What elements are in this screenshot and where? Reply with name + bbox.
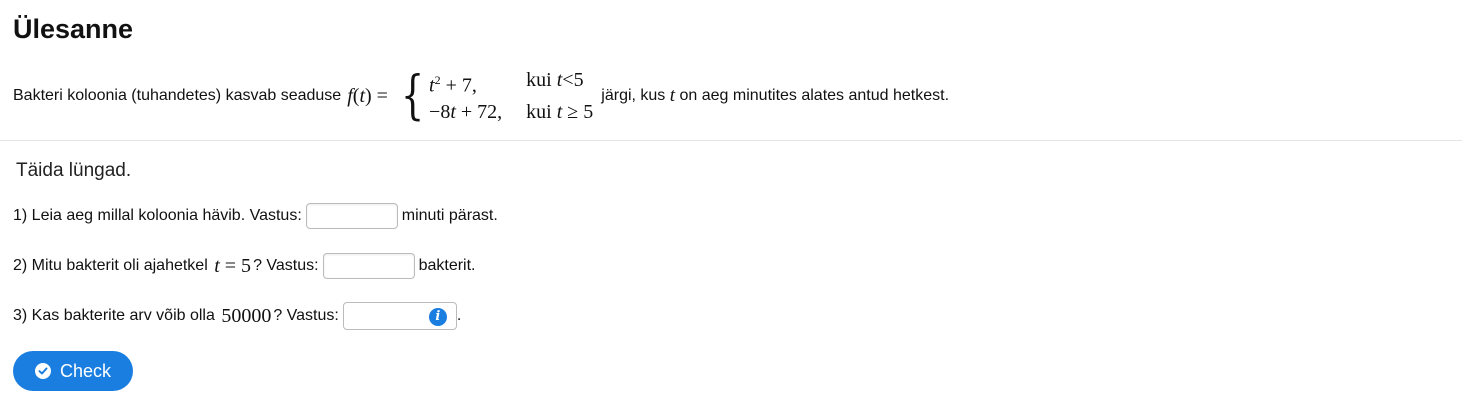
question-1-suffix: minuti pärast. — [401, 207, 498, 224]
case1-condition: kui t<5 — [526, 69, 584, 92]
question-2-suffix: bakterit. — [418, 257, 476, 274]
left-brace: { — [400, 66, 425, 126]
answer-1-input[interactable] — [305, 203, 398, 229]
divider — [0, 140, 1462, 141]
question-3: 3) Kas bakterite arv võib olla 50000 ? V… — [13, 302, 461, 330]
question-2-text-after: ? Vastus: — [253, 257, 319, 274]
question-2: 2) Mitu bakterit oli ajahetkel t = 5 ? V… — [13, 253, 476, 279]
question-3-suffix: . — [456, 307, 462, 324]
case2-condition: kui t ≥ 5 — [526, 100, 594, 123]
statement-text-after: on aeg minutites alates antud hetkest. — [679, 87, 950, 104]
page-title: Ülesanne — [13, 14, 134, 44]
check-circle-icon — [34, 363, 51, 379]
question-3-text-after: ? Vastus: — [273, 307, 339, 324]
statement-variable: t — [669, 85, 676, 106]
case2-expression: −8t + 72, — [429, 100, 503, 123]
function-definition: f(t) = — [347, 84, 388, 107]
check-button[interactable]: Check — [13, 351, 133, 391]
case1-expression: t2 + 7, — [429, 73, 477, 97]
check-button-label: Check — [59, 360, 112, 381]
question-1-text: 1) Leia aeg millal koloonia hävib. Vastu… — [13, 207, 302, 224]
info-icon[interactable]: i — [428, 308, 447, 326]
question-2-math: t = 5 — [214, 254, 252, 277]
piecewise-function: { t2 + 7, kui t<5 −8t + 72, kui t ≥ 5 — [394, 68, 593, 124]
statement-text-mid: järgi, kus — [601, 87, 666, 104]
statement-text-before: Bakteri koloonia (tuhandetes) kasvab sea… — [13, 87, 342, 104]
instruction: Täida lüngad. — [16, 160, 132, 181]
answer-2-input[interactable] — [322, 253, 415, 279]
question-3-text: 3) Kas bakterite arv võib olla — [13, 307, 215, 324]
piecewise-cases: t2 + 7, kui t<5 −8t + 72, kui t ≥ 5 — [429, 68, 593, 124]
problem-statement: Bakteri koloonia (tuhandetes) kasvab sea… — [13, 66, 949, 126]
question-1: 1) Leia aeg millal koloonia hävib. Vastu… — [13, 203, 498, 229]
question-3-math: 50000 — [221, 304, 272, 327]
answer-3-select[interactable]: i — [342, 302, 457, 330]
question-2-text: 2) Mitu bakterit oli ajahetkel — [13, 257, 208, 274]
